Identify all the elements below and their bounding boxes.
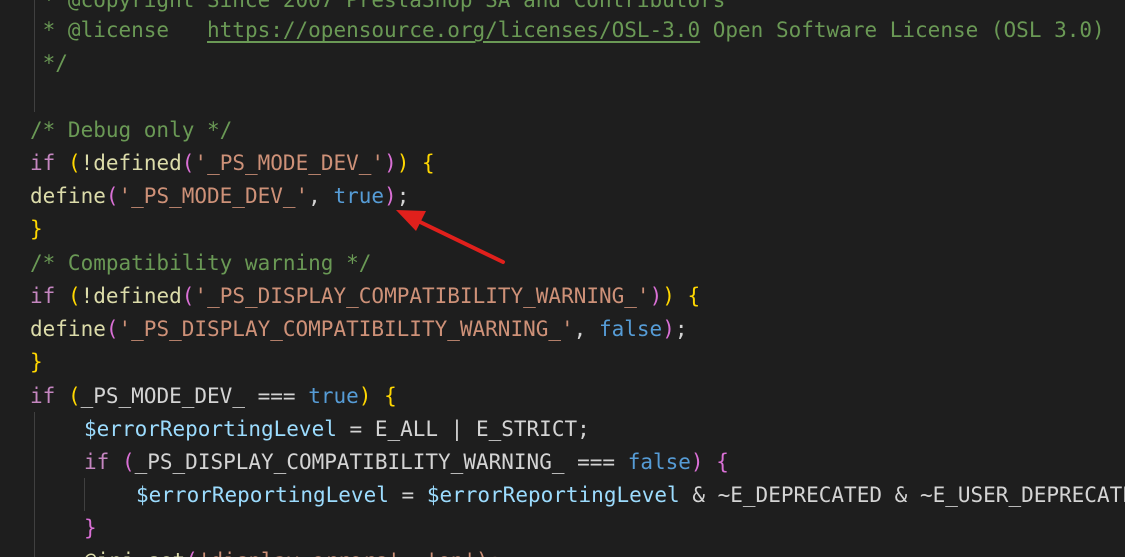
- code-line-define-mode-dev: define('_PS_MODE_DEV_', true);: [30, 184, 410, 208]
- ini-set-args: 'display_errors', 'on');: [198, 549, 501, 557]
- license-text: Open Software License (OSL 3.0): [700, 18, 1105, 42]
- defined-call: !defined: [80, 284, 182, 308]
- code-line-if-defined-compat: if (!defined('_PS_DISPLAY_COMPATIBILITY_…: [30, 284, 701, 308]
- amp-operator: &: [882, 483, 920, 507]
- assign-operator: =: [388, 483, 427, 507]
- compat-string: '_PS_DISPLAY_COMPATIBILITY_WARNING_': [118, 317, 574, 341]
- e-deprecated: ~E_DEPRECATED: [717, 483, 882, 507]
- code-line-ini-set: @ini_set('display_errors', 'on');: [84, 545, 501, 557]
- indent-guide-inner-if: [84, 478, 85, 511]
- define-call: define: [30, 317, 106, 341]
- code-line-close-brace-2: }: [30, 350, 43, 374]
- arrow-shaft: [416, 219, 505, 264]
- license-prefix: * @license: [30, 18, 208, 42]
- code-line-close-brace-1: }: [30, 217, 43, 241]
- code-line-license: * @license https://opensource.org/licens…: [30, 14, 1105, 47]
- code-line-if-defined-mode-dev: if (!defined('_PS_MODE_DEV_')) {: [30, 151, 435, 175]
- true-value-highlighted: true: [333, 184, 385, 208]
- error-level-variable: $errorReportingLevel: [84, 417, 337, 441]
- license-link[interactable]: https://opensource.org/licenses/OSL-3.0: [207, 18, 700, 42]
- debug-comment: /* Debug only */: [30, 118, 233, 142]
- if-keyword: if: [30, 284, 56, 308]
- error-level-variable: $errorReportingLevel: [136, 483, 389, 507]
- comment-close: */: [30, 51, 68, 75]
- code-line-define-compat: define('_PS_DISPLAY_COMPATIBILITY_WARNIN…: [30, 317, 688, 341]
- if-keyword: if: [30, 151, 56, 175]
- assign-operator: =: [336, 417, 375, 441]
- strict-equal: ===: [564, 450, 628, 474]
- if-keyword: if: [84, 450, 110, 474]
- amp-operator: &: [679, 483, 718, 507]
- code-line-error-level-assign: $errorReportingLevel = E_ALL | E_STRICT;: [84, 413, 590, 446]
- true-value: true: [308, 384, 359, 408]
- code-editor[interactable]: * @copyright Since 2007 PrestaShop SA an…: [0, 0, 1125, 557]
- mode-dev-string: '_PS_MODE_DEV_': [118, 184, 309, 208]
- if-keyword: if: [30, 384, 56, 408]
- false-value: false: [627, 450, 691, 474]
- code-line-if-mode-dev-true: if (_PS_MODE_DEV_ === true) {: [30, 384, 397, 408]
- code-line-debug-comment: /* Debug only */: [30, 114, 232, 147]
- copyright-comment: * @copyright Since 2007 PrestaShop SA an…: [30, 0, 726, 12]
- compat-constant: _PS_DISPLAY_COMPATIBILITY_WARNING_: [134, 450, 565, 474]
- mode-dev-string: '_PS_MODE_DEV_': [194, 151, 385, 175]
- compat-comment: /* Compatibility warning */: [30, 251, 372, 275]
- code-line-error-level-mask: $errorReportingLevel = $errorReportingLe…: [136, 479, 1125, 512]
- ini-set-call: @ini_set: [84, 549, 185, 557]
- false-value: false: [598, 317, 663, 341]
- compat-string: '_PS_DISPLAY_COMPATIBILITY_WARNING_': [194, 284, 650, 308]
- error-level-variable: $errorReportingLevel: [426, 483, 680, 507]
- code-line-comment-close: */: [30, 47, 68, 80]
- strict-equal: ===: [244, 384, 309, 408]
- defined-call: !defined: [80, 151, 182, 175]
- define-call: define: [30, 184, 106, 208]
- code-line-if-compat-false: if (_PS_DISPLAY_COMPATIBILITY_WARNING_ =…: [84, 450, 729, 474]
- e-user-deprecated: ~E_USER_DEPRECATED;: [919, 483, 1125, 507]
- mode-dev-constant: _PS_MODE_DEV_: [80, 384, 245, 408]
- e-all-strict: E_ALL | E_STRICT;: [374, 417, 590, 441]
- code-line-close-brace-3: }: [84, 516, 97, 540]
- arrow-head: [396, 210, 426, 231]
- indent-guide-if-body: [34, 412, 35, 557]
- code-line-compat-comment: /* Compatibility warning */: [30, 247, 371, 280]
